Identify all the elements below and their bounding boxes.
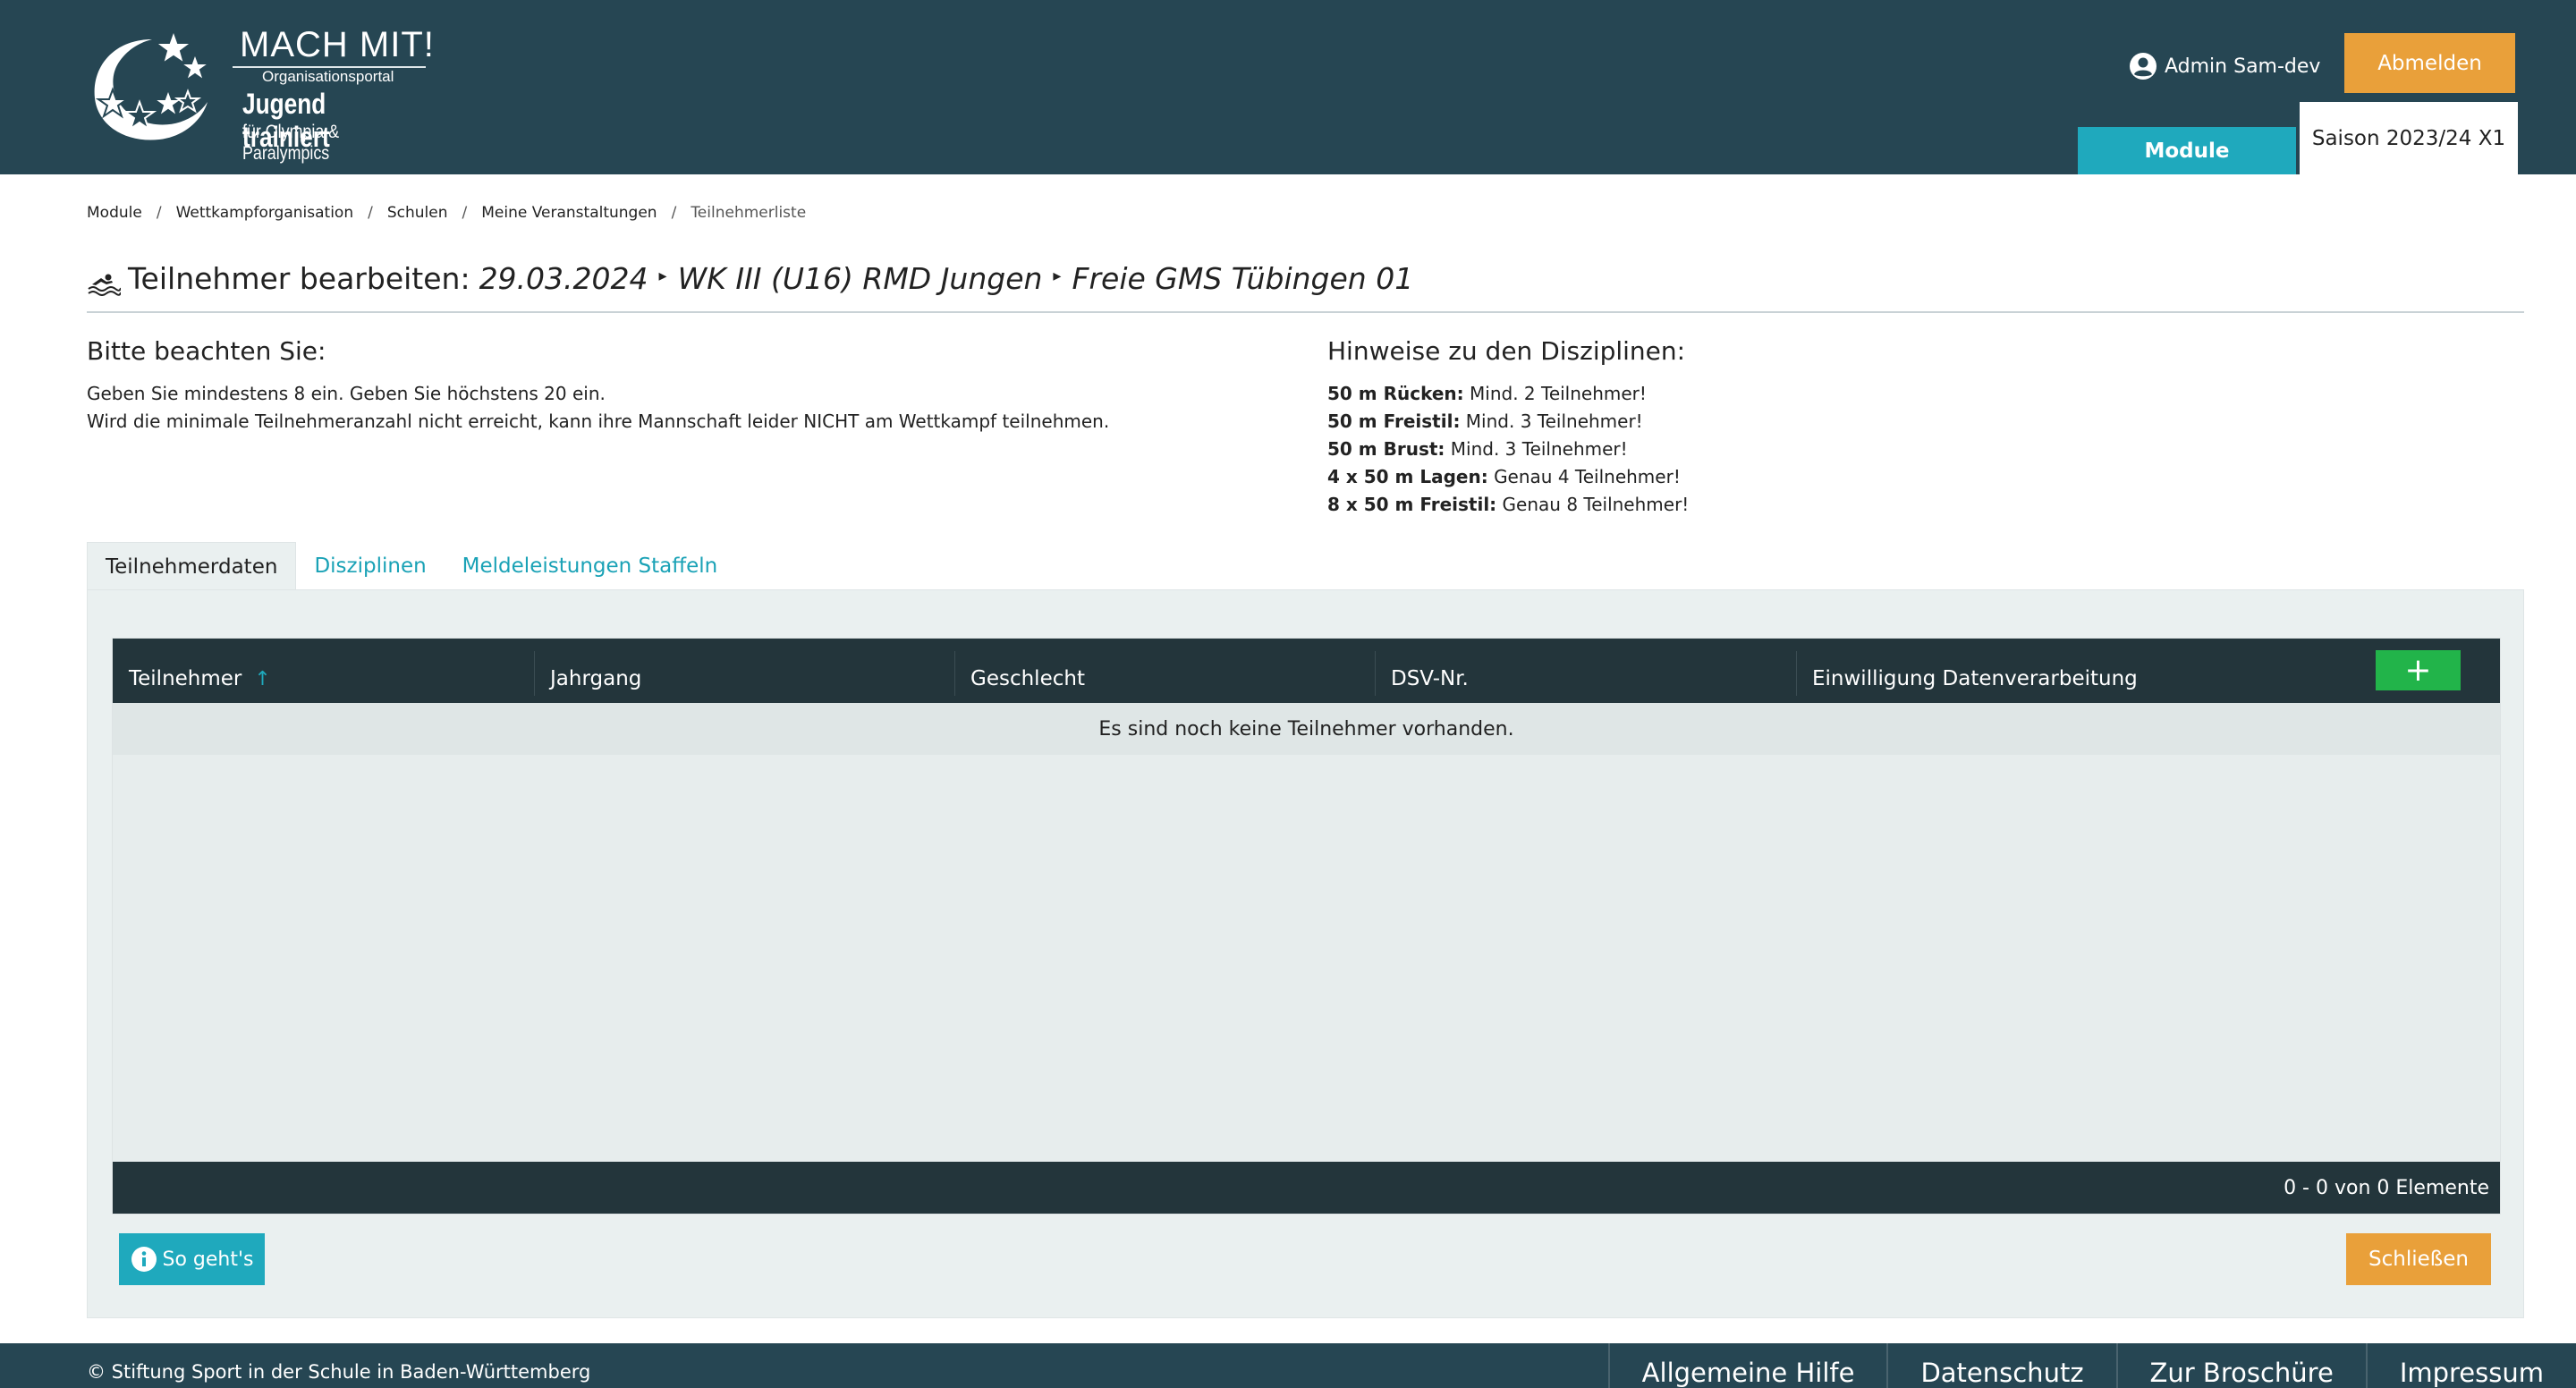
nav-tab-season[interactable]: Saison 2023/24 X1 (2300, 102, 2518, 174)
discipline-item: 50 m Rücken: Mind. 2 Teilnehmer! (1327, 383, 1647, 404)
tab-meldeleistungen-staffeln[interactable]: Meldeleistungen Staffeln (445, 542, 736, 590)
pager-info: 0 - 0 von 0 Elemente (2284, 1176, 2489, 1199)
disciplines-section: Hinweise zu den Disziplinen: 50 m Rücken… (1327, 336, 1689, 519)
disciplines-heading: Hinweise zu den Disziplinen: (1327, 336, 1686, 366)
discipline-item: 50 m Freistil: Mind. 3 Teilnehmer! (1327, 410, 1643, 432)
grid-header: Teilnehmer ↑ Jahrgang Geschlecht DSV-Nr.… (113, 639, 2500, 703)
howto-label: So geht's (162, 1248, 254, 1271)
title-separator: ▸ (658, 267, 667, 285)
breadcrumb-separator: / (156, 204, 162, 222)
breadcrumb-item-meine-veranstaltungen[interactable]: Meine Veranstaltungen (481, 204, 657, 222)
breadcrumb-item-teilnehmerliste: Teilnehmerliste (691, 204, 807, 222)
user-menu[interactable]: Admin Sam-dev (2129, 48, 2320, 84)
breadcrumb: Module / Wettkampforganisation / Schulen… (87, 204, 806, 222)
column-header-geschlecht[interactable]: Geschlecht (970, 639, 1085, 703)
column-divider (954, 651, 955, 696)
footer-link-impressum[interactable]: Impressum (2365, 1343, 2576, 1388)
stars-logo-icon (94, 28, 213, 140)
breadcrumb-item-wettkampforganisation[interactable]: Wettkampforganisation (176, 204, 354, 222)
logo-subtitle: Organisationsportal (262, 68, 394, 85)
title-team: Freie GMS Tübingen 01 (1072, 261, 1414, 296)
logo-title: MACH MIT! (240, 25, 435, 64)
footer-link-allgemeine-hilfe[interactable]: Allgemeine Hilfe (1607, 1343, 1887, 1388)
title-date: 29.03.2024 (479, 261, 648, 296)
title-prefix: Teilnehmer bearbeiten: (128, 261, 470, 296)
nav-tab-module[interactable]: Module (2078, 127, 2296, 174)
tab-panel: Teilnehmer ↑ Jahrgang Geschlecht DSV-Nr.… (87, 589, 2524, 1318)
column-divider (534, 651, 535, 696)
breadcrumb-separator: / (671, 204, 677, 222)
empty-message: Es sind noch keine Teilnehmer vorhanden. (113, 703, 2500, 755)
howto-button[interactable]: So geht's (119, 1233, 265, 1285)
column-divider (1796, 651, 1797, 696)
breadcrumb-separator: / (462, 204, 468, 222)
footer-link-datenschutz[interactable]: Datenschutz (1886, 1343, 2115, 1388)
breadcrumb-item-module[interactable]: Module (87, 204, 142, 222)
sort-ascending-icon: ↑ (254, 668, 271, 690)
tab-teilnehmerdaten[interactable]: Teilnehmerdaten (87, 542, 297, 590)
title-separator: ▸ (1053, 267, 1062, 285)
logo[interactable]: MACH MIT! Organisationsportal Jugend tra… (88, 23, 445, 164)
breadcrumb-separator: / (368, 204, 373, 222)
page-footer: © Stiftung Sport in der Schule in Baden-… (0, 1343, 2576, 1388)
discipline-item: 4 x 50 m Lagen: Genau 4 Teilnehmer! (1327, 466, 1681, 487)
notes-line: Geben Sie mindestens 8 ein. Geben Sie hö… (87, 383, 606, 404)
column-header-dsv-nr[interactable]: DSV-Nr. (1391, 639, 1469, 703)
logout-button[interactable]: Abmelden (2344, 33, 2515, 93)
page-title: Teilnehmer bearbeiten: 29.03.2024 ▸ WK I… (87, 261, 2524, 313)
logo-tagline: für Olympia & Paralympics (242, 122, 340, 164)
footer-links: Allgemeine Hilfe Datenschutz Zur Broschü… (1607, 1343, 2576, 1388)
top-header: MACH MIT! Organisationsportal Jugend tra… (0, 0, 2576, 174)
notes-section: Bitte beachten Sie: Geben Sie mindestens… (87, 336, 1109, 436)
notes-heading: Bitte beachten Sie: (87, 336, 326, 366)
user-circle-icon (2130, 53, 2157, 80)
copyright: © Stiftung Sport in der Schule in Baden-… (87, 1361, 591, 1383)
breadcrumb-item-schulen[interactable]: Schulen (387, 204, 448, 222)
participants-grid: Teilnehmer ↑ Jahrgang Geschlecht DSV-Nr.… (112, 638, 2501, 1214)
column-header-teilnehmer[interactable]: Teilnehmer ↑ (129, 639, 271, 703)
title-competition: WK III (U16) RMD Jungen (677, 261, 1043, 296)
tab-disziplinen[interactable]: Disziplinen (296, 542, 444, 590)
notes-line: Wird die minimale Teilnehmeranzahl nicht… (87, 410, 1110, 432)
column-header-jahrgang[interactable]: Jahrgang (550, 639, 641, 703)
user-name: Admin Sam-dev (2165, 55, 2321, 78)
discipline-item: 8 x 50 m Freistil: Genau 8 Teilnehmer! (1327, 494, 1690, 515)
add-participant-button[interactable]: + (2376, 650, 2461, 690)
content-tabs: Teilnehmerdaten Disziplinen Meldeleistun… (87, 542, 735, 590)
close-button[interactable]: Schließen (2346, 1233, 2491, 1285)
footer-link-broschuere[interactable]: Zur Broschüre (2115, 1343, 2366, 1388)
column-divider (1375, 651, 1376, 696)
swimmer-icon (88, 274, 121, 296)
discipline-item: 50 m Brust: Mind. 3 Teilnehmer! (1327, 438, 1628, 460)
grid-pager: 0 - 0 von 0 Elemente (113, 1162, 2500, 1214)
info-icon (131, 1247, 157, 1272)
column-header-einwilligung[interactable]: Einwilligung Datenverarbeitung (1812, 639, 2138, 703)
